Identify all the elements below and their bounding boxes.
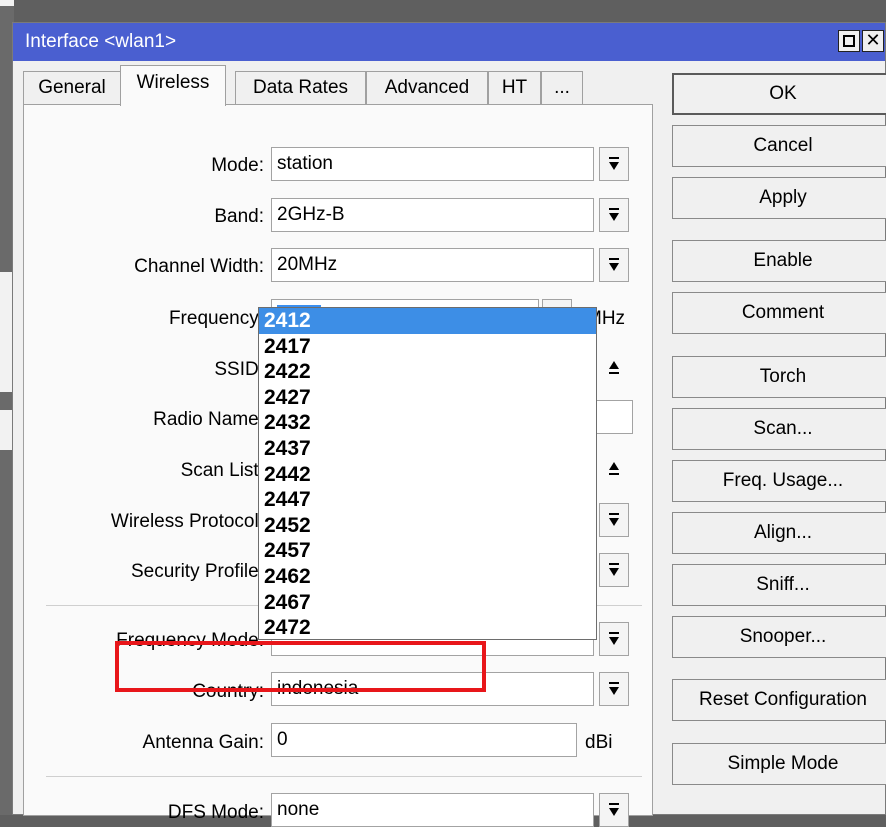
frequency-option[interactable]: 2447 (259, 487, 596, 513)
country-dropdown-button[interactable] (599, 672, 629, 706)
channel-width-label: Channel Width: (134, 256, 264, 277)
scan-button[interactable]: Scan... (672, 408, 886, 450)
frequency-option[interactable]: 2412 (259, 308, 596, 334)
tab-ht[interactable]: HT (488, 71, 541, 105)
tab-more[interactable]: ... (541, 71, 583, 105)
frequency-option[interactable]: 2457 (259, 538, 596, 564)
ssid-dropdown-button[interactable] (599, 350, 629, 384)
frequency-option[interactable]: 2462 (259, 564, 596, 590)
mode-label: Mode: (211, 155, 264, 176)
band-select[interactable]: 2GHz-B (271, 198, 594, 232)
tab-label: Advanced (384, 77, 470, 98)
frequency-option[interactable]: 2422 (259, 359, 596, 385)
antenna-gain-input[interactable]: 0 (271, 723, 577, 757)
dropdown-arrow-icon (609, 461, 619, 475)
tab-label: General (38, 77, 106, 98)
frequency-option[interactable]: 2417 (259, 334, 596, 360)
channel-width-select[interactable]: 20MHz (271, 248, 594, 282)
dropdown-arrow-icon (609, 682, 619, 696)
dropdown-arrow-icon (609, 208, 619, 222)
freq-usage-button[interactable]: Freq. Usage... (672, 460, 886, 502)
dfs-mode-select[interactable]: none (271, 793, 594, 827)
tab-general[interactable]: General (23, 71, 121, 105)
tab-label: HT (501, 77, 528, 98)
ssid-label: SSID: (214, 359, 264, 380)
antenna-gain-label: Antenna Gain: (142, 732, 264, 753)
comment-button[interactable]: Comment (672, 292, 886, 334)
dropdown-arrow-icon (609, 563, 619, 577)
ok-button[interactable]: OK (672, 73, 886, 115)
band-dropdown-button[interactable] (599, 198, 629, 232)
tab-wireless[interactable]: Wireless (120, 65, 226, 106)
mode-select[interactable]: station (271, 147, 594, 181)
tab-advanced[interactable]: Advanced (366, 71, 488, 105)
dfs-mode-label: DFS Mode: (167, 802, 264, 823)
tab-label: Data Rates (252, 77, 349, 98)
scan-list-dropdown-button[interactable] (599, 451, 629, 485)
frequency-option[interactable]: 2442 (259, 462, 596, 488)
frequency-label: Frequency: (168, 308, 264, 329)
align-button[interactable]: Align... (672, 512, 886, 554)
security-profile-dropdown-button[interactable] (599, 553, 629, 587)
country-highlight-box (115, 641, 486, 692)
close-icon: ✕ (865, 30, 881, 50)
maximize-button[interactable] (838, 30, 860, 52)
frequency-dropdown-list: 2412 2417 2422 2427 2432 2437 2442 2447 … (258, 307, 597, 640)
frequency-option[interactable]: 2427 (259, 385, 596, 411)
title-bar[interactable]: Interface <wlan1> ✕ (13, 23, 885, 61)
maximize-icon (843, 35, 855, 47)
antenna-gain-unit: dBi (585, 732, 613, 753)
security-profile-label: Security Profile: (130, 561, 264, 582)
scan-list-label: Scan List: (180, 460, 264, 481)
section-divider (46, 776, 642, 777)
cancel-button[interactable]: Cancel (672, 125, 886, 167)
frequency-option[interactable]: 2437 (259, 436, 596, 462)
enable-button[interactable]: Enable (672, 240, 886, 282)
wireless-protocol-dropdown-button[interactable] (599, 503, 629, 537)
tab-label: ... (554, 77, 570, 98)
dropdown-arrow-icon (609, 360, 619, 374)
dropdown-arrow-icon (609, 632, 619, 646)
reset-configuration-button[interactable]: Reset Configuration (672, 679, 886, 721)
mode-dropdown-button[interactable] (599, 147, 629, 181)
frequency-option[interactable]: 2472 (259, 615, 596, 639)
frequency-option[interactable]: 2467 (259, 590, 596, 616)
snooper-button[interactable]: Snooper... (672, 616, 886, 658)
channel-width-dropdown-button[interactable] (599, 248, 629, 282)
dfs-mode-dropdown-button[interactable] (599, 793, 629, 827)
frequency-option[interactable]: 2452 (259, 513, 596, 539)
tab-data-rates[interactable]: Data Rates (235, 71, 366, 105)
dropdown-arrow-icon (609, 513, 619, 527)
close-button[interactable]: ✕ (862, 30, 884, 52)
tab-label: Wireless (136, 72, 210, 93)
simple-mode-button[interactable]: Simple Mode (672, 743, 886, 785)
dropdown-arrow-icon (609, 157, 619, 171)
radio-name-label: Radio Name: (153, 409, 264, 430)
dropdown-arrow-icon (609, 258, 619, 272)
window-title: Interface <wlan1> (25, 31, 177, 52)
wireless-protocol-label: Wireless Protocol: (110, 511, 264, 532)
torch-button[interactable]: Torch (672, 356, 886, 398)
frequency-option[interactable]: 2432 (259, 410, 596, 436)
sniff-button[interactable]: Sniff... (672, 564, 886, 606)
frequency-mode-dropdown-button[interactable] (599, 622, 629, 656)
band-label: Band: (214, 206, 264, 227)
apply-button[interactable]: Apply (672, 177, 886, 219)
